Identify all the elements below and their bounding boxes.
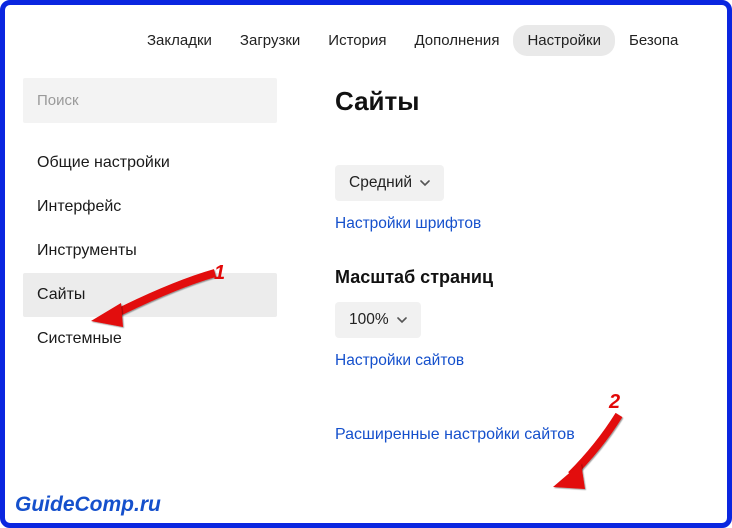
sidebar-item-system[interactable]: Системные: [23, 317, 277, 361]
page-title: Сайты: [335, 86, 727, 117]
sidebar-item-interface[interactable]: Интерфейс: [23, 185, 277, 229]
content-area: Сайты Средний Настройки шрифтов Масштаб …: [295, 72, 727, 528]
tab-security[interactable]: Безопа: [615, 25, 692, 56]
chevron-down-icon: [420, 180, 430, 187]
chevron-down-icon: [397, 317, 407, 324]
watermark: GuideComp.ru: [15, 493, 161, 517]
tab-downloads[interactable]: Загрузки: [226, 25, 314, 56]
sidebar-item-sites[interactable]: Сайты: [23, 273, 277, 317]
font-size-value: Средний: [349, 174, 412, 192]
font-size-section: Средний Настройки шрифтов: [335, 165, 727, 233]
tab-history[interactable]: История: [314, 25, 400, 56]
top-tabs: Закладки Загрузки История Дополнения Нас…: [5, 5, 727, 72]
tab-addons[interactable]: Дополнения: [400, 25, 513, 56]
tab-bookmarks[interactable]: Закладки: [133, 25, 226, 56]
zoom-heading: Масштаб страниц: [335, 267, 727, 288]
zoom-select[interactable]: 100%: [335, 302, 421, 338]
search-input[interactable]: Поиск: [23, 78, 277, 123]
font-size-select[interactable]: Средний: [335, 165, 444, 201]
font-settings-link[interactable]: Настройки шрифтов: [335, 215, 481, 233]
sidebar: Поиск Общие настройки Интерфейс Инструме…: [5, 72, 295, 528]
advanced-section: Расширенные настройки сайтов: [335, 412, 727, 444]
zoom-value: 100%: [349, 311, 389, 329]
advanced-site-settings-link[interactable]: Расширенные настройки сайтов: [335, 426, 575, 444]
sidebar-item-general[interactable]: Общие настройки: [23, 141, 277, 185]
site-settings-link[interactable]: Настройки сайтов: [335, 352, 464, 370]
sidebar-item-tools[interactable]: Инструменты: [23, 229, 277, 273]
zoom-section: Масштаб страниц 100% Настройки сайтов: [335, 267, 727, 370]
tab-settings[interactable]: Настройки: [513, 25, 615, 56]
